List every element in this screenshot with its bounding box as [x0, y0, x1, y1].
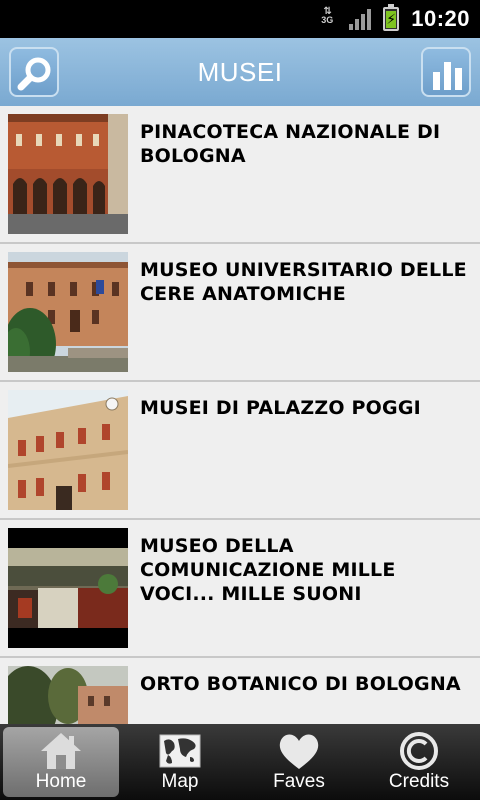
museum-thumbnail [8, 390, 128, 510]
network-type-label: 3G [321, 15, 334, 25]
museum-thumbnail [8, 528, 128, 648]
clock: 10:20 [411, 6, 470, 31]
tab-faves[interactable]: Faves [241, 727, 357, 797]
museum-title: MUSEO DELLA COMUNICAZIONE MILLE VOCI... … [140, 535, 396, 605]
museum-title: MUSEI DI PALAZZO POGGI [140, 397, 421, 419]
museum-thumbnail [8, 666, 128, 724]
tab-map[interactable]: Map [122, 727, 238, 797]
list-item[interactable]: MUSEI DI PALAZZO POGGI [0, 382, 480, 520]
map-icon [159, 734, 201, 768]
museum-title: PINACOTECA NAZIONALE DI BOLOGNA [140, 121, 441, 167]
list-item[interactable]: PINACOTECA NAZIONALE DI BOLOGNA [0, 106, 480, 244]
museum-thumbnail [8, 252, 128, 372]
tab-faves-label: Faves [273, 771, 325, 792]
heart-icon [279, 734, 319, 769]
battery-icon: ⚡ [383, 4, 400, 31]
museum-thumbnail [8, 114, 128, 234]
copyright-icon [400, 732, 438, 770]
bottom-tab-bar: Home Map Faves Credits [0, 724, 480, 800]
tab-map-label: Map [161, 771, 199, 792]
page-title: MUSEI [197, 57, 283, 87]
signal-strength-icon [349, 8, 372, 30]
museum-title: ORTO BOTANICO DI BOLOGNA [140, 673, 461, 695]
tab-credits[interactable]: Credits [361, 727, 477, 797]
list-item[interactable]: MUSEO UNIVERSITARIO DELLE CERE ANATOMICH… [0, 244, 480, 382]
tab-credits-label: Credits [388, 771, 450, 792]
bar-chart-icon [433, 62, 462, 90]
status-bar: ⇅ 3G ⚡ 10:20 [0, 0, 480, 38]
network-3g-icon: ⇅ 3G [317, 7, 337, 31]
home-icon [41, 733, 81, 769]
status-icons: ⇅ 3G ⚡ 10:20 [317, 0, 470, 38]
tab-home-label: Home [35, 771, 87, 792]
app-header: MUSEI [0, 38, 480, 106]
museum-list[interactable]: PINACOTECA NAZIONALE DI BOLOGNA MUSEO UN… [0, 106, 480, 724]
tab-home[interactable]: Home [3, 727, 119, 797]
stats-button[interactable] [421, 47, 471, 97]
list-item[interactable]: ORTO BOTANICO DI BOLOGNA [0, 658, 480, 724]
museum-title: MUSEO UNIVERSITARIO DELLE CERE ANATOMICH… [140, 259, 467, 305]
list-item[interactable]: MUSEO DELLA COMUNICAZIONE MILLE VOCI... … [0, 520, 480, 658]
